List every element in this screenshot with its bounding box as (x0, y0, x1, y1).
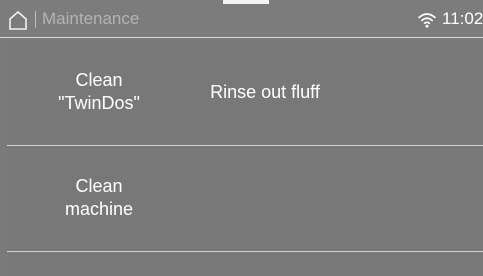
maintenance-screen: Maintenance 11:02 Clean "TwinDos" Rinse … (0, 0, 483, 276)
page-title: Maintenance (42, 9, 140, 28)
rinse-out-fluff-label: Rinse out fluff (210, 82, 320, 102)
clean-machine-button[interactable]: Clean machine (37, 175, 161, 221)
clean-twindos-label-line1: Clean (75, 70, 123, 90)
clean-twindos-button[interactable]: Clean "TwinDos" (37, 69, 161, 115)
menu-row (7, 252, 483, 276)
home-icon (9, 10, 27, 30)
status-header: Maintenance 11:02 (0, 0, 483, 38)
wifi-icon (418, 12, 436, 28)
clean-twindos-label-line2: "TwinDos" (58, 93, 140, 113)
clean-machine-label-line2: machine (64, 199, 134, 219)
clean-machine-label-line1: Clean (75, 176, 123, 196)
rinse-out-fluff-button[interactable]: Rinse out fluff (185, 81, 345, 104)
home-button[interactable] (8, 10, 28, 30)
menu-row: Clean machine (7, 146, 483, 251)
menu-row: Clean "TwinDos" Rinse out fluff (7, 40, 483, 145)
screen-indicator (223, 0, 269, 4)
header-divider (35, 11, 36, 28)
clock-time: 11:02 (442, 9, 483, 28)
